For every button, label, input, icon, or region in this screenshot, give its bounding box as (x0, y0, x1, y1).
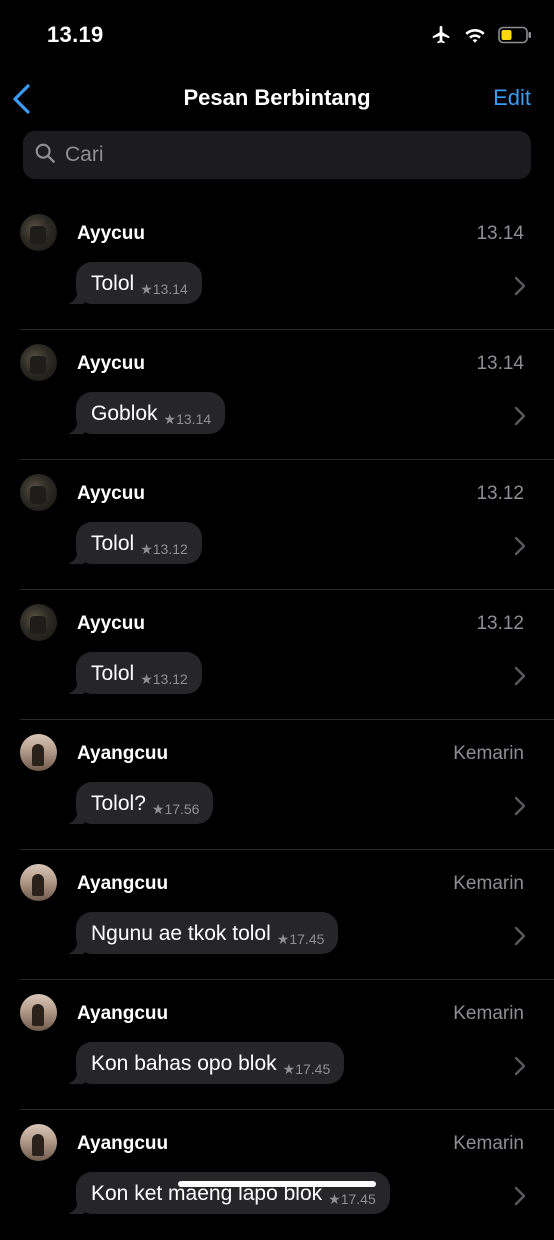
message-text: Ngunu ae tkok tolol (91, 922, 271, 945)
chevron-right-icon (514, 666, 526, 686)
status-icons (430, 24, 532, 51)
avatar (20, 1124, 57, 1161)
message-bubble: Kon ket maeng lapo blok ★17.45 (68, 1172, 390, 1214)
avatar (20, 604, 57, 641)
message-time: 17.45 (340, 1191, 376, 1207)
search-icon (23, 142, 56, 169)
message-date: 13.14 (476, 223, 524, 244)
star-icon: ★ (282, 1061, 296, 1077)
star-icon: ★ (328, 1191, 341, 1207)
sender-name: Ayycuu (77, 353, 145, 374)
search-bar[interactable] (23, 131, 531, 179)
chevron-right-icon (514, 926, 526, 946)
battery-icon (498, 26, 532, 49)
message-date: 13.12 (476, 483, 524, 504)
message-meta: ★17.45 (277, 931, 325, 948)
message-date: 13.14 (476, 353, 524, 374)
airplane-icon (430, 24, 452, 51)
star-icon: ★ (163, 411, 177, 427)
message-time: 13.12 (152, 541, 188, 557)
message-text: Kon bahas opo blok (91, 1052, 277, 1075)
status-bar: 13.19 (0, 0, 554, 70)
message-text: Goblok (91, 402, 158, 425)
message-text: Tolol (91, 662, 135, 685)
sender-name: Ayycuu (77, 483, 145, 504)
message-date: Kemarin (453, 873, 524, 894)
message-bubble: Tolol ★13.12 (68, 522, 202, 564)
message-time: 17.56 (164, 801, 200, 817)
message-bubble: Kon bahas opo blok ★17.45 (68, 1042, 345, 1084)
chevron-right-icon (514, 536, 526, 556)
message-bubble: Tolol ★13.14 (68, 262, 202, 304)
message-time: 13.12 (152, 671, 188, 687)
message-meta: ★13.12 (140, 541, 188, 558)
starred-message-list: Ayycuu 13.14 Tolol ★13.14 Ayycuu 13.14 G… (0, 200, 554, 1240)
chevron-right-icon (514, 406, 526, 426)
home-indicator[interactable] (178, 1181, 376, 1187)
sender-name: Ayycuu (77, 223, 145, 244)
message-bubble: Tolol? ★17.56 (68, 782, 214, 824)
sender-name: Ayangcuu (77, 873, 169, 894)
star-icon: ★ (276, 931, 290, 947)
message-bubble: Ngunu ae tkok tolol ★17.45 (68, 912, 339, 954)
message-time: 13.14 (176, 411, 212, 427)
message-meta: ★13.14 (164, 411, 212, 428)
chevron-right-icon (514, 1186, 526, 1206)
status-time: 13.19 (47, 22, 104, 47)
starred-message-row[interactable]: Ayangcuu Kemarin Ngunu ae tkok tolol ★17… (0, 850, 554, 980)
message-meta: ★17.56 (152, 801, 200, 818)
message-time: 13.14 (152, 281, 188, 297)
chevron-right-icon (514, 276, 526, 296)
message-text: Tolol (91, 532, 135, 555)
message-date: Kemarin (453, 1133, 524, 1154)
avatar (20, 864, 57, 901)
starred-message-row[interactable]: Ayycuu 13.12 Tolol ★13.12 (0, 590, 554, 720)
message-meta: ★13.12 (140, 671, 188, 688)
starred-message-row[interactable]: Ayangcuu Kemarin Kon ket maeng lapo blok… (0, 1110, 554, 1240)
message-date: Kemarin (453, 743, 524, 764)
sender-name: Ayangcuu (77, 1003, 169, 1024)
message-bubble: Goblok ★13.14 (68, 392, 226, 434)
star-icon: ★ (151, 801, 165, 817)
avatar (20, 994, 57, 1031)
message-bubble: Tolol ★13.12 (68, 652, 202, 694)
sender-name: Ayycuu (77, 613, 145, 634)
search-input[interactable] (63, 142, 507, 168)
star-icon: ★ (140, 281, 153, 297)
star-icon: ★ (140, 541, 153, 557)
message-date: Kemarin (453, 1003, 524, 1024)
starred-message-row[interactable]: Ayangcuu Kemarin Tolol? ★17.56 (0, 720, 554, 850)
sender-name: Ayangcuu (77, 743, 169, 764)
avatar (20, 344, 57, 381)
message-text: Tolol? (91, 792, 146, 815)
message-time: 17.45 (289, 931, 325, 947)
starred-message-row[interactable]: Ayycuu 13.14 Tolol ★13.14 (0, 200, 554, 330)
page-title: Pesan Berbintang (183, 85, 371, 110)
wifi-icon (464, 26, 486, 49)
nav-bar: Pesan Berbintang Edit (0, 75, 554, 123)
chevron-right-icon (514, 796, 526, 816)
avatar (20, 734, 57, 771)
message-meta: ★17.45 (283, 1061, 331, 1078)
message-time: 17.45 (295, 1061, 331, 1077)
star-icon: ★ (140, 671, 153, 687)
message-meta: ★13.14 (140, 281, 188, 298)
avatar (20, 214, 57, 251)
starred-message-row[interactable]: Ayycuu 13.14 Goblok ★13.14 (0, 330, 554, 460)
message-date: 13.12 (476, 613, 524, 634)
edit-button[interactable]: Edit (493, 85, 531, 111)
chevron-right-icon (514, 1056, 526, 1076)
sender-name: Ayangcuu (77, 1133, 169, 1154)
starred-message-row[interactable]: Ayangcuu Kemarin Kon bahas opo blok ★17.… (0, 980, 554, 1110)
avatar (20, 474, 57, 511)
message-text: Tolol (91, 272, 135, 295)
starred-message-row[interactable]: Ayycuu 13.12 Tolol ★13.12 (0, 460, 554, 590)
